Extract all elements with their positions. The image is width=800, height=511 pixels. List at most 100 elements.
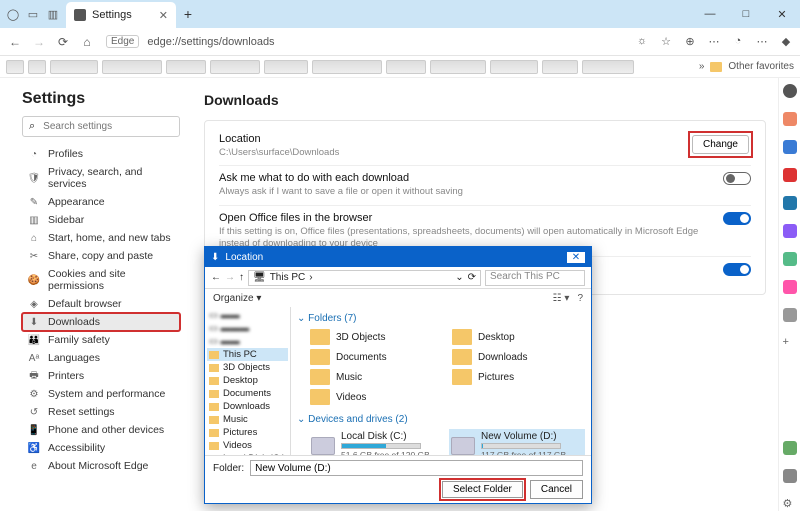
bookmark-item[interactable] — [210, 60, 260, 74]
folder-item[interactable]: Desktop — [451, 328, 585, 346]
sidebar-item-system-and-performance[interactable]: ⚙System and performance — [22, 385, 180, 403]
office-toggle[interactable] — [723, 212, 751, 225]
settings-search-input[interactable] — [41, 120, 177, 133]
refresh-button[interactable]: ⟳ — [54, 35, 72, 49]
sidebar-item-family-safety[interactable]: 👪Family safety — [22, 331, 180, 349]
minimize-button[interactable]: — — [692, 8, 728, 21]
sidebar-item-cookies-and-site-permissions[interactable]: 🍪Cookies and site permissions — [22, 265, 180, 295]
copilot-icon[interactable]: ◆ — [778, 35, 794, 48]
drives-group[interactable]: Devices and drives (2) — [297, 412, 585, 427]
tool-icon[interactable] — [783, 168, 797, 182]
favorite-icon[interactable]: ☆ — [658, 35, 674, 48]
drive-item[interactable]: New Volume (D:)117 GB free of 117 GB — [449, 429, 585, 455]
tool-icon[interactable] — [783, 140, 797, 154]
tool-icon[interactable] — [783, 252, 797, 266]
select-folder-button[interactable]: Select Folder — [442, 481, 523, 498]
other-favorites[interactable]: Other favorites — [728, 61, 794, 72]
read-aloud-icon[interactable]: ☼ — [634, 35, 650, 48]
tree-item[interactable]: Pictures — [207, 426, 288, 439]
dropdown-icon[interactable]: ⌄ — [455, 272, 463, 283]
bookmark-item[interactable] — [102, 60, 162, 74]
tree-item[interactable]: Desktop — [207, 374, 288, 387]
back-icon[interactable]: ← — [211, 272, 221, 283]
home-button[interactable]: ⌂ — [78, 35, 96, 49]
url-input[interactable] — [145, 35, 624, 49]
sidebar-item-profiles[interactable]: ◔Profiles — [22, 145, 180, 163]
browser-tab[interactable]: Settings ✕ — [66, 2, 176, 28]
folder-item[interactable]: 3D Objects — [309, 328, 443, 346]
bookmark-item[interactable] — [166, 60, 206, 74]
folder-item[interactable]: Downloads — [451, 348, 585, 366]
tool-icon[interactable] — [783, 196, 797, 210]
bookmark-item[interactable] — [386, 60, 426, 74]
extensions-icon[interactable]: ⋯ — [706, 35, 722, 48]
chevron-right-icon[interactable]: › — [309, 272, 312, 283]
refresh-icon[interactable]: ⟳ — [468, 272, 476, 283]
folder-item[interactable]: Pictures — [451, 368, 585, 386]
new-tab-button[interactable]: + — [176, 6, 200, 22]
sidebar-item-about-microsoft-edge[interactable]: eAbout Microsoft Edge — [22, 457, 180, 475]
tool-icon[interactable] — [783, 441, 797, 455]
workspaces-icon[interactable]: ▭ — [26, 7, 40, 21]
add-sidebar-icon[interactable]: + — [783, 336, 797, 350]
sidebar-item-reset-settings[interactable]: ↺Reset settings — [22, 403, 180, 421]
sidebar-item-phone-and-other-devices[interactable]: 📱Phone and other devices — [22, 421, 180, 439]
tree-item[interactable]: 3D Objects — [207, 361, 288, 374]
maximize-button[interactable]: □ — [728, 8, 764, 21]
collections-icon[interactable]: ⊕ — [682, 35, 698, 48]
tree-item[interactable]: ▭ ▬▬ — [207, 309, 288, 322]
dialog-search[interactable]: Search This PC — [485, 270, 585, 286]
site-identity[interactable]: Edge — [106, 35, 139, 48]
bookmark-item[interactable] — [6, 60, 24, 74]
tree-item[interactable]: Downloads — [207, 400, 288, 413]
folder-item[interactable]: Documents — [309, 348, 443, 366]
ask-toggle[interactable] — [723, 172, 751, 185]
profile-icon[interactable]: ◯ — [6, 7, 20, 21]
folder-item[interactable]: Videos — [309, 388, 443, 406]
performance-icon[interactable]: ◔ — [730, 35, 746, 48]
bookmark-item[interactable] — [50, 60, 98, 74]
view-icon[interactable]: ☷ ▾ — [553, 293, 570, 304]
tree-item[interactable]: ▭ ▬▬ — [207, 335, 288, 348]
close-tab-icon[interactable]: ✕ — [159, 9, 168, 22]
settings-sidebar-icon[interactable]: ⚙ — [783, 497, 797, 511]
tool-icon[interactable] — [783, 308, 797, 322]
sidebar-item-languages[interactable]: AᵃLanguages — [22, 349, 180, 367]
tree-item[interactable]: This PC — [207, 348, 288, 361]
folder-item[interactable]: Music — [309, 368, 443, 386]
breadcrumb[interactable]: 🖥 This PC › ⌄ ⟳ — [248, 270, 481, 286]
sidebar-item-sidebar[interactable]: ▥Sidebar — [22, 211, 180, 229]
organize-button[interactable]: Organize ▾ — [213, 293, 261, 304]
tool-icon[interactable] — [783, 112, 797, 126]
tree-item[interactable]: Documents — [207, 387, 288, 400]
tool-icon[interactable] — [783, 280, 797, 294]
sidebar-item-privacy-search-and-services[interactable]: 🛡Privacy, search, and services — [22, 163, 180, 193]
sidebar-item-printers[interactable]: 🖶Printers — [22, 367, 180, 385]
cancel-button[interactable]: Cancel — [530, 480, 583, 499]
bookmark-item[interactable] — [264, 60, 308, 74]
menu-toggle[interactable] — [723, 263, 751, 276]
bookmark-item[interactable] — [542, 60, 578, 74]
bookmark-item[interactable] — [582, 60, 634, 74]
sidebar-item-accessibility[interactable]: ♿Accessibility — [22, 439, 180, 457]
folder-input[interactable] — [250, 460, 583, 476]
more-icon[interactable]: ⋯ — [754, 35, 770, 48]
tool-icon[interactable] — [783, 224, 797, 238]
sidebar-item-start-home-and-new-tabs[interactable]: ⌂Start, home, and new tabs — [22, 229, 180, 247]
forward-button[interactable]: → — [30, 35, 48, 49]
bookmark-item[interactable] — [430, 60, 486, 74]
tree-item[interactable]: ▭ ▬▬▬ — [207, 322, 288, 335]
change-button[interactable]: Change — [692, 135, 749, 154]
search-sidebar-icon[interactable] — [783, 84, 797, 98]
tabs-icon[interactable]: ▥ — [46, 7, 60, 21]
tool-icon[interactable] — [783, 469, 797, 483]
overflow-button[interactable]: » — [699, 61, 705, 72]
sidebar-item-downloads[interactable]: ⬇Downloads — [22, 313, 180, 331]
close-window-button[interactable]: ✕ — [764, 8, 800, 21]
back-button[interactable]: ← — [6, 35, 24, 49]
sidebar-item-appearance[interactable]: ✎Appearance — [22, 193, 180, 211]
folders-group[interactable]: Folders (7) — [297, 311, 585, 326]
help-icon[interactable]: ? — [577, 293, 583, 304]
drive-item[interactable]: Local Disk (C:)51.6 GB free of 120 GB — [309, 429, 445, 455]
forward-icon[interactable]: → — [225, 272, 235, 283]
